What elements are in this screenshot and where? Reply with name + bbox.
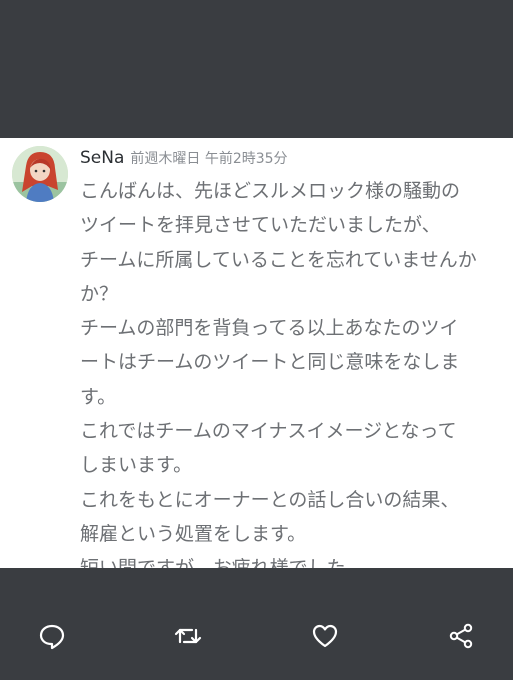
tweet-line: 解雇という処置をします。 bbox=[80, 522, 307, 545]
tweet-line: チームの部門を背負ってる以上あなたのツイ bbox=[80, 317, 459, 340]
tweet-body: こんばんは、先ほどスルメロック様の騒動の ツイートを拝見させていただいましたが、… bbox=[80, 174, 500, 568]
tweet-line: チームに所属していることを忘れていませんか bbox=[80, 248, 477, 271]
tweet-line: す。 bbox=[80, 385, 117, 408]
tweet-card: SeNa 前週木曜日 午前2時35分 こんばんは、先ほどスルメロック様の騒動の … bbox=[0, 138, 513, 568]
top-dark-area bbox=[0, 0, 513, 138]
share-icon bbox=[449, 623, 473, 649]
tweet-line: しまいます。 bbox=[80, 454, 193, 477]
retweet-icon bbox=[174, 628, 202, 644]
avatar[interactable] bbox=[12, 146, 68, 202]
timestamp: 前週木曜日 午前2時35分 bbox=[130, 151, 288, 167]
tweet-line: これではチームのマイナスイメージとなって bbox=[80, 420, 457, 443]
tweet-line: これをもとにオーナーとの話し合いの結果、 bbox=[80, 488, 460, 511]
tweet-line: か？ bbox=[80, 282, 119, 305]
tweet-line: 短い間ですが、お疲れ様でした。 bbox=[80, 551, 500, 568]
username[interactable]: SeNa bbox=[80, 148, 124, 168]
tweet-line: こんばんは、先ほどスルメロック様の騒動の bbox=[80, 180, 461, 202]
reply-icon bbox=[39, 624, 65, 650]
avatar-image bbox=[12, 146, 68, 202]
retweet-button[interactable] bbox=[172, 620, 204, 652]
action-bar bbox=[0, 568, 513, 680]
like-button[interactable] bbox=[309, 620, 341, 652]
tweet-header: SeNa 前週木曜日 午前2時35分 bbox=[80, 148, 288, 172]
heart-icon bbox=[312, 624, 338, 648]
tweet-line: ートはチームのツイートと同じ意味をなしま bbox=[80, 351, 460, 374]
share-button[interactable] bbox=[445, 620, 477, 652]
reply-button[interactable] bbox=[36, 620, 68, 652]
tweet-line: ツイートを拝見させていただいましたが、 bbox=[80, 214, 441, 237]
